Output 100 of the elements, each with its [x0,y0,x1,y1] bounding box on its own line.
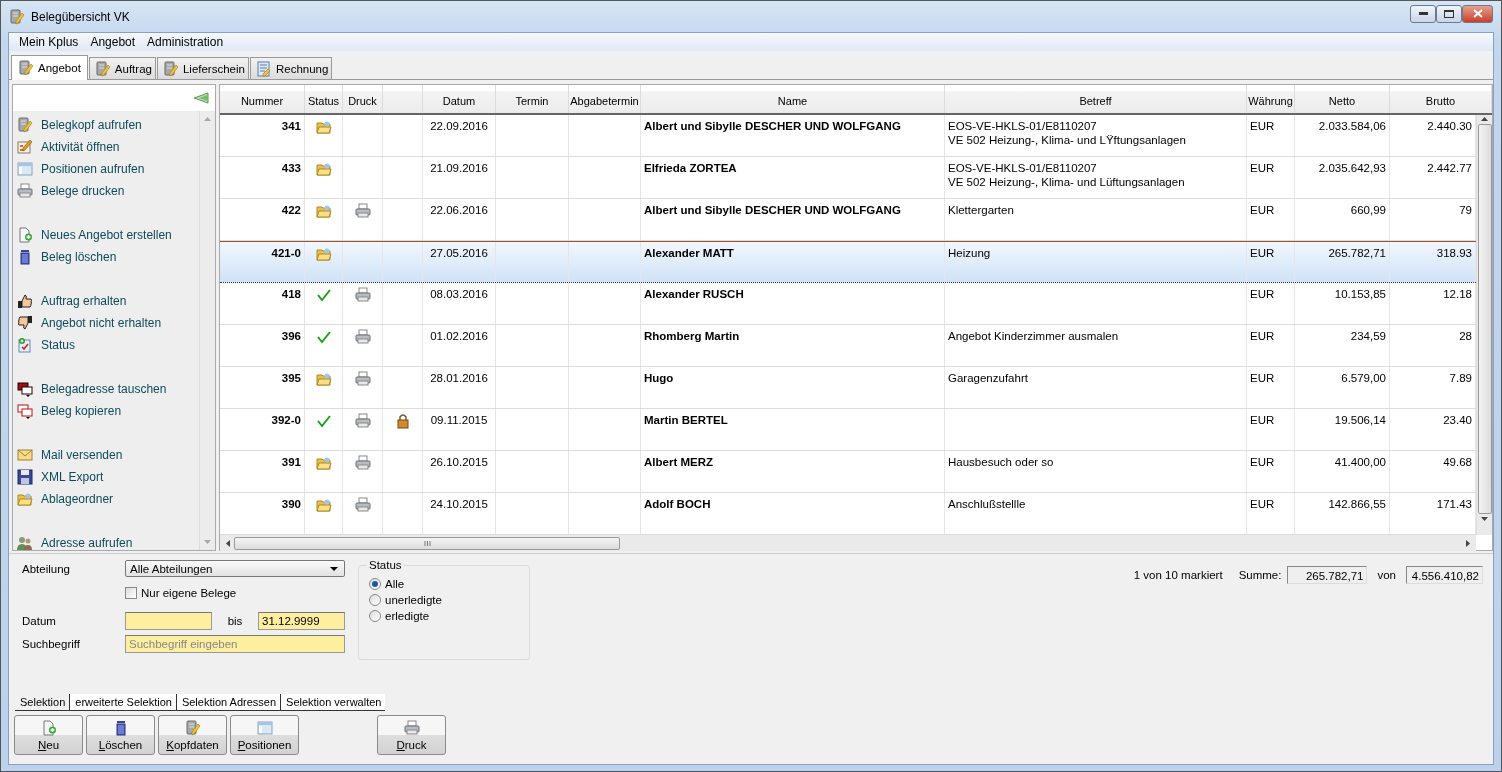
sidebar-item[interactable]: XML Export [17,466,199,488]
column-header[interactable]: Nummer [220,85,305,113]
toolbar-button[interactable]: Neu [14,715,83,755]
sidebar-item[interactable]: Positionen aufrufen [17,158,199,180]
table-row[interactable]: 391 26.10.2015 Albert MERZ Hausbesuch oder so EUR 41.400,00 49.68 [220,451,1476,493]
table-cell: Elfrieda ZORTEA [641,157,945,198]
search-field[interactable]: Suchbegriff eingeben [125,635,345,653]
sidebar-item[interactable]: Adresse aufrufen [17,532,199,554]
table-cell: 392-0 [220,409,305,450]
table-cell: 01.02.2016 [423,325,496,366]
table-cell: EUR [1247,409,1295,450]
radio-button[interactable] [369,594,381,606]
table-row[interactable]: 341 22.09.2016 Albert und Sibylle DESCHER UND WOLFGANG EOS-VE-HKLS-01/E8110207 VE 502 Heizung-, Klima- und LŸftungsanlagen EUR 2.033.584,06 2.440.30 [220,115,1476,157]
tab[interactable]: erweiterte Selektion [69,694,176,711]
maximize-button[interactable] [1436,4,1462,23]
tab[interactable]: Selektion verwalten [280,694,386,711]
menu-item[interactable]: Mein Kplus [13,35,85,49]
selection-count: 1 von 10 markiert [1133,568,1223,583]
table-cell: EUR [1247,325,1295,366]
scroll-down-icon[interactable] [1481,517,1488,521]
minimize-button[interactable] [1410,4,1436,23]
department-dropdown[interactable]: Alle Abteilungen [125,560,345,577]
tab[interactable]: Lieferschein [156,57,249,79]
thumbs-down-icon [17,315,33,331]
table-row[interactable]: 421-0 27.05.2016 Alexander MATT Heizung EUR 265.782,71 318.93 [220,241,1476,283]
sidebar-item[interactable]: Belegkopf aufrufen [17,114,199,136]
column-header[interactable]: Termin [496,85,569,113]
radio-label[interactable]: erledigte [385,610,430,622]
table-row[interactable]: 395 28.01.2016 Hugo Garagenzufahrt EUR 6.579,00 7.89 [220,367,1476,409]
table-cell: EOS-VE-HKLS-01/E8110207 VE 502 Heizung-, Klima- und LŸftungsanlagen [945,115,1247,156]
table-cell: 6.579,00 [1295,367,1390,408]
table-cell: Rhomberg Martin [641,325,945,366]
table-cell: 10.153,85 [1295,283,1390,324]
tab[interactable]: Angebot [11,55,88,80]
sidebar-item[interactable]: Belegadresse tauschen [17,378,199,400]
table-row[interactable]: 433 21.09.2016 Elfrieda ZORTEA EOS-VE-HKLS-01/E8110207 VE 502 Heizung-, Klima- und Lüftungsanlagen EUR 2.035.642,93 2.442.77 [220,157,1476,199]
sidebar-item[interactable]: Ablageordner [17,488,199,510]
radio-label[interactable]: Alle [385,578,405,590]
toolbar-button[interactable]: Löschen [86,715,155,755]
scrollbar-thumb[interactable] [234,536,620,550]
table-row[interactable]: 392-0 09.11.2015 Martin BERTEL EUR 19.506,14 23.40 [220,409,1476,451]
sidebar-item[interactable]: Beleg kopieren [17,400,199,422]
table-cell: Albert und Sibylle DESCHER UND WOLFGANG [641,115,945,156]
scroll-left-icon[interactable] [226,539,230,547]
table-cell: 421-0 [220,242,305,282]
close-button[interactable] [1462,4,1493,23]
radio-button[interactable] [369,610,381,622]
toolbar-button[interactable]: Kopfdaten [158,715,227,755]
sidebar-item[interactable]: Aktivität öffnen [17,136,199,158]
date-from-field[interactable] [125,612,212,630]
toolbar-button[interactable]: Druck [377,715,446,755]
sidebar-item[interactable]: Neues Angebot erstellen [17,224,199,246]
sidebar-item[interactable]: Auftrag erhalten [17,290,199,312]
sidebar-item[interactable]: Belege drucken [17,180,199,202]
printer-icon [403,720,420,736]
checkbox-label[interactable]: Nur eigene Belege [141,587,237,599]
column-header[interactable]: Netto [1295,85,1390,113]
column-header[interactable]: Abgabetermin [569,85,641,113]
radio-label[interactable]: unerledigte [385,594,442,606]
invoice-icon [255,60,272,77]
scroll-right-icon[interactable] [1466,539,1470,547]
column-header[interactable]: Brutto [1390,85,1492,113]
total-field: 4.556.410,82 [1406,566,1483,584]
table-cell: EUR [1247,493,1295,534]
list-window-icon [256,720,273,736]
menu-item[interactable]: Administration [141,35,230,49]
field-label: Abteilung [22,562,71,575]
new-document-icon [17,227,33,243]
tab[interactable]: Auftrag [88,57,156,79]
column-header[interactable]: Name [641,85,945,113]
table-cell: 09.11.2015 [423,409,496,450]
table-row[interactable]: 396 01.02.2016 Rhomberg Martin Angebot Kinderzimmer ausmalen EUR 234,59 28 [220,325,1476,367]
column-header[interactable]: Druck [343,85,383,113]
sidebar-item[interactable]: Angebot nicht erhalten [17,312,199,334]
table-cell: 21.09.2016 [423,157,496,198]
table-row[interactable]: 418 08.03.2016 Alexander RUSCH EUR 10.153,85 12.18 [220,283,1476,325]
table-cell: 08.03.2016 [423,283,496,324]
radio-button[interactable] [369,578,381,590]
sidebar-item[interactable]: Mail versenden [17,444,199,466]
column-header[interactable]: Datum [423,85,496,113]
caret-icon [330,566,338,571]
tab[interactable]: Selektion Adressen [175,694,281,711]
tab[interactable]: Rechnung [249,57,333,79]
column-header[interactable]: Währung [1247,85,1295,113]
collapse-arrow-icon[interactable] [193,92,209,104]
table-cell: EUR [1247,115,1295,156]
sidebar-item[interactable]: Status [17,334,199,356]
menu-item[interactable]: Angebot [84,35,142,49]
scroll-up-icon[interactable] [1481,117,1488,121]
toolbar-button[interactable]: Positionen [230,715,299,755]
table-cell: Heizung [945,242,1247,282]
new-document-icon [40,720,57,736]
date-to-field[interactable]: 31.12.9999 [258,612,345,630]
column-header[interactable]: Betreff [945,85,1247,113]
table-cell: 395 [220,367,305,408]
field-label: Datum [22,615,57,627]
column-header[interactable]: Status [305,85,343,113]
sidebar-item[interactable]: Beleg löschen [17,246,199,268]
checkbox[interactable] [125,587,137,599]
envelope-icon [17,447,33,463]
